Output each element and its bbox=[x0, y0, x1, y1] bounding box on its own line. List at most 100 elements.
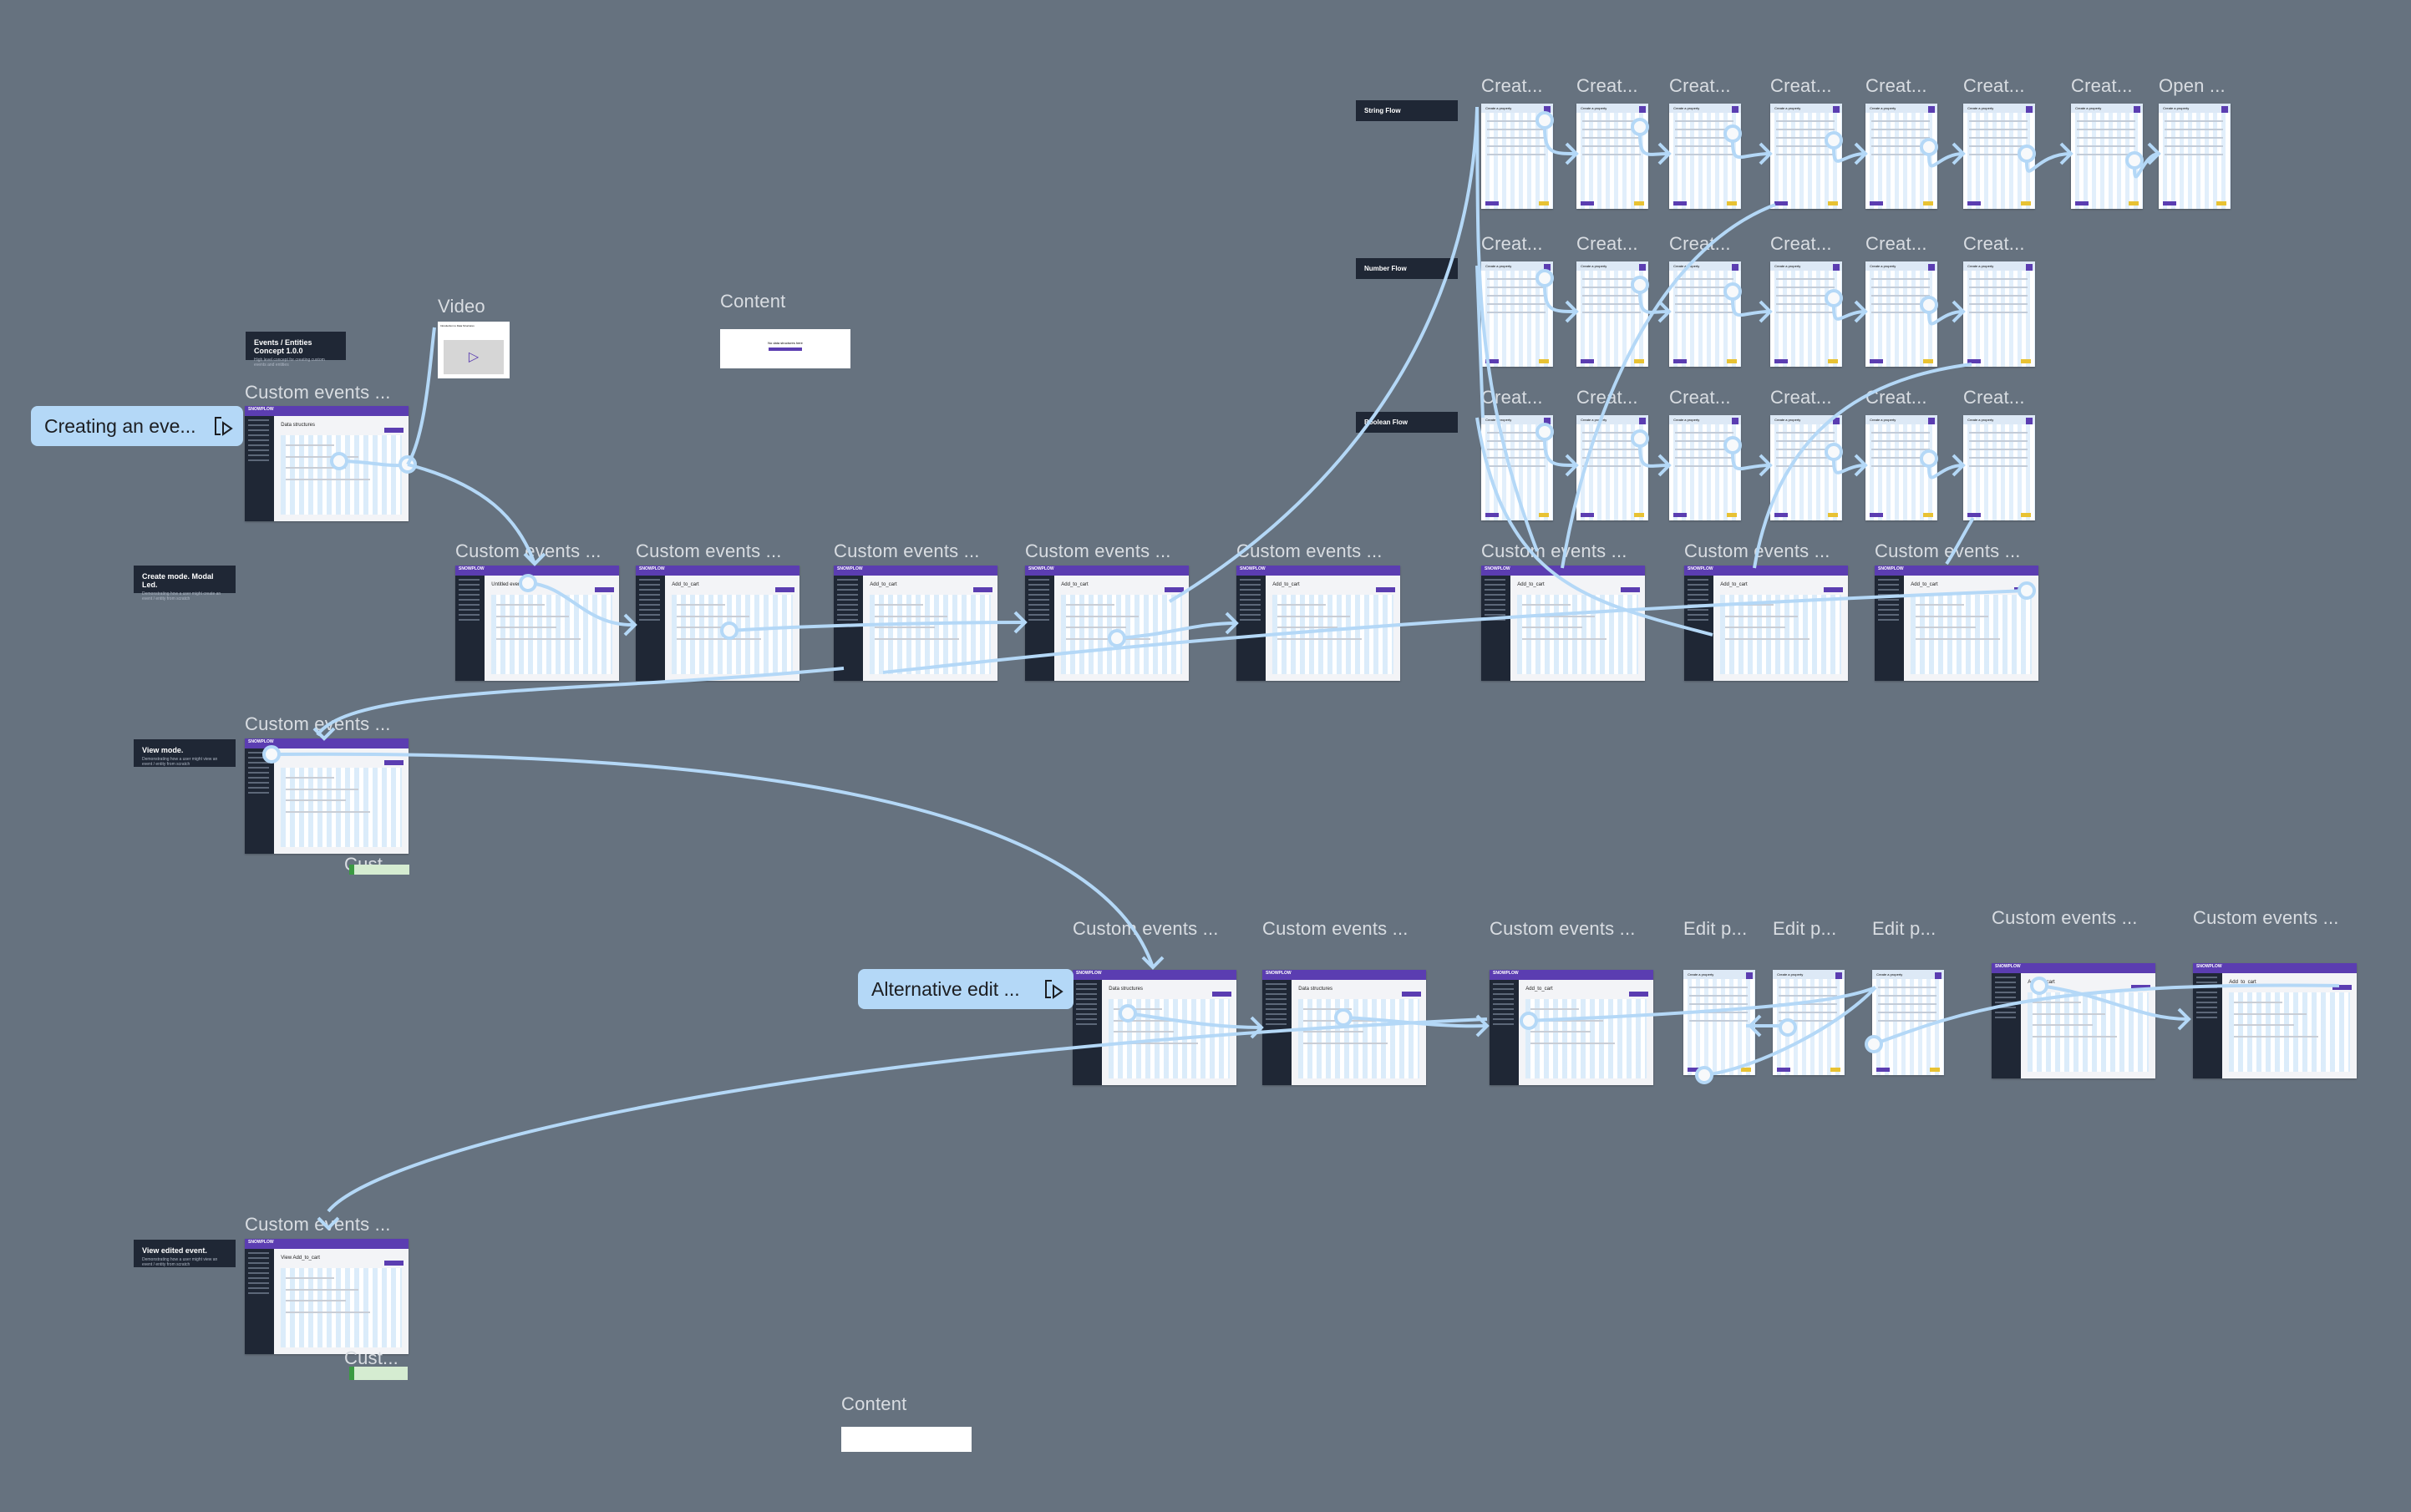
save-button[interactable] bbox=[1870, 359, 1883, 364]
close-icon[interactable] bbox=[1731, 106, 1738, 114]
close-icon[interactable] bbox=[1835, 972, 1842, 980]
cancel-button[interactable] bbox=[2020, 359, 2031, 364]
content-frame-bottom[interactable] bbox=[841, 1427, 972, 1452]
save-button[interactable] bbox=[1777, 1068, 1790, 1073]
sidebar[interactable] bbox=[245, 416, 275, 521]
primary-button[interactable] bbox=[384, 760, 404, 766]
close-icon[interactable] bbox=[1543, 106, 1551, 114]
sidebar[interactable] bbox=[1481, 576, 1511, 681]
sidebar[interactable] bbox=[1875, 576, 1905, 681]
close-icon[interactable] bbox=[1638, 418, 1646, 425]
save-button[interactable] bbox=[1581, 201, 1594, 206]
close-icon[interactable] bbox=[2221, 106, 2228, 114]
create-property-modal[interactable]: Create a property bbox=[1865, 415, 1937, 520]
sidebar[interactable] bbox=[245, 748, 275, 854]
primary-button[interactable] bbox=[1165, 587, 1184, 593]
cancel-button[interactable] bbox=[2020, 513, 2031, 518]
screen-event-list[interactable]: SNOWPLOW Add_to_cart bbox=[1992, 963, 2155, 1078]
primary-button[interactable] bbox=[384, 428, 404, 434]
primary-button[interactable] bbox=[1402, 992, 1421, 997]
save-button[interactable] bbox=[1876, 1068, 1890, 1073]
create-property-modal[interactable]: Create a property bbox=[1683, 970, 1755, 1075]
create-property-modal[interactable]: Create a property bbox=[1669, 104, 1741, 209]
close-icon[interactable] bbox=[1543, 264, 1551, 271]
sidebar[interactable] bbox=[834, 576, 864, 681]
create-buttons[interactable] bbox=[769, 348, 802, 351]
cancel-button[interactable] bbox=[1929, 1068, 1940, 1073]
cancel-button[interactable] bbox=[1726, 513, 1737, 518]
screen-event-editor[interactable]: SNOWPLOW Add_to_cart bbox=[1684, 566, 1848, 681]
sidebar[interactable] bbox=[1025, 576, 1055, 681]
cancel-button[interactable] bbox=[1827, 201, 1838, 206]
screen-event-editor[interactable]: SNOWPLOW Add_to_cart bbox=[834, 566, 997, 681]
close-icon[interactable] bbox=[1832, 106, 1840, 114]
screen-event-editor[interactable]: SNOWPLOW Add_to_cart bbox=[1236, 566, 1400, 681]
save-button[interactable] bbox=[1485, 513, 1499, 518]
create-property-modal[interactable]: Create a property bbox=[1773, 970, 1845, 1075]
cancel-button[interactable] bbox=[1827, 513, 1838, 518]
sidebar[interactable] bbox=[1490, 980, 1520, 1085]
save-button[interactable] bbox=[1581, 513, 1594, 518]
primary-button[interactable] bbox=[595, 587, 614, 593]
cancel-button[interactable] bbox=[1538, 359, 1549, 364]
sidebar[interactable] bbox=[245, 1249, 275, 1354]
create-property-modal[interactable]: Create a property bbox=[1576, 415, 1648, 520]
save-button[interactable] bbox=[1967, 359, 1981, 364]
close-icon[interactable] bbox=[2025, 106, 2033, 114]
sidebar[interactable] bbox=[1236, 576, 1266, 681]
close-icon[interactable] bbox=[1731, 264, 1738, 271]
cancel-button[interactable] bbox=[1633, 201, 1644, 206]
create-property-modal[interactable]: Create a property bbox=[1576, 261, 1648, 367]
save-button[interactable] bbox=[2075, 201, 2089, 206]
save-button[interactable] bbox=[1774, 513, 1788, 518]
cancel-button[interactable] bbox=[1827, 359, 1838, 364]
save-button[interactable] bbox=[1673, 201, 1687, 206]
primary-button[interactable] bbox=[2014, 587, 2033, 593]
screen-event-editor[interactable]: SNOWPLOW Add_to_cart bbox=[1875, 566, 2038, 681]
prototype-canvas[interactable]: Events / Entities Concept 1.0.0 High lev… bbox=[0, 0, 2411, 1512]
primary-button[interactable] bbox=[2131, 985, 2150, 991]
cancel-button[interactable] bbox=[1740, 1068, 1751, 1073]
save-button[interactable] bbox=[1967, 201, 1981, 206]
create-property-modal[interactable]: Create a property bbox=[1669, 261, 1741, 367]
cancel-button[interactable] bbox=[1633, 513, 1644, 518]
sidebar[interactable] bbox=[2193, 973, 2223, 1078]
create-property-modal[interactable]: Create a property bbox=[1872, 970, 1944, 1075]
flow-start-creating-event[interactable]: Creating an eve... bbox=[31, 406, 243, 446]
save-button[interactable] bbox=[1673, 359, 1687, 364]
screen-event-editor[interactable]: SNOWPLOW Add_to_cart bbox=[1481, 566, 1645, 681]
cancel-button[interactable] bbox=[1633, 359, 1644, 364]
primary-button[interactable] bbox=[2332, 985, 2352, 991]
save-button[interactable] bbox=[2163, 201, 2176, 206]
save-button[interactable] bbox=[1967, 513, 1981, 518]
close-icon[interactable] bbox=[1638, 106, 1646, 114]
primary-button[interactable] bbox=[1629, 992, 1648, 997]
close-icon[interactable] bbox=[1543, 418, 1551, 425]
cancel-button[interactable] bbox=[1830, 1068, 1840, 1073]
screen-view-edited-event[interactable]: SNOWPLOW View Add_to_cart bbox=[245, 1239, 409, 1354]
sidebar[interactable] bbox=[1073, 980, 1103, 1085]
create-property-modal[interactable]: Create a property bbox=[1576, 104, 1648, 209]
video-player[interactable]: ▷ bbox=[443, 339, 505, 374]
screen-event-list[interactable]: SNOWPLOW Add_to_cart bbox=[1490, 970, 1653, 1085]
create-property-modal[interactable]: Create a property bbox=[1770, 415, 1842, 520]
close-icon[interactable] bbox=[1927, 106, 1935, 114]
screen-event-editor[interactable]: SNOWPLOW Add_to_cart bbox=[636, 566, 799, 681]
sidebar[interactable] bbox=[1992, 973, 2022, 1078]
cancel-button[interactable] bbox=[1538, 201, 1549, 206]
sidebar[interactable] bbox=[1262, 980, 1292, 1085]
create-property-modal[interactable]: Create a property bbox=[1481, 415, 1553, 520]
save-button[interactable] bbox=[1485, 359, 1499, 364]
cancel-button[interactable] bbox=[1726, 359, 1737, 364]
create-property-modal[interactable]: Create a property bbox=[1770, 104, 1842, 209]
create-property-modal[interactable]: Create a property bbox=[1963, 104, 2035, 209]
create-property-modal[interactable]: Create a property bbox=[2159, 104, 2231, 209]
save-button[interactable] bbox=[1688, 1068, 1701, 1073]
cancel-button[interactable] bbox=[1538, 513, 1549, 518]
close-icon[interactable] bbox=[1927, 264, 1935, 271]
cancel-button[interactable] bbox=[1726, 201, 1737, 206]
save-button[interactable] bbox=[1870, 513, 1883, 518]
save-button[interactable] bbox=[1485, 201, 1499, 206]
close-icon[interactable] bbox=[1745, 972, 1753, 980]
cancel-button[interactable] bbox=[1922, 513, 1933, 518]
